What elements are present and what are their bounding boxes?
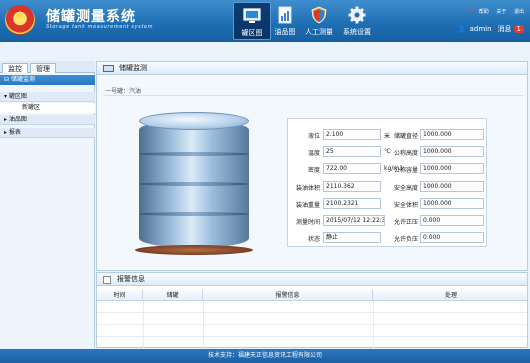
tab-manage[interactable]: 管理	[30, 63, 56, 73]
field-value: 1000.000	[420, 180, 484, 192]
panel-title: 储罐监测	[119, 64, 147, 72]
field-value: 0.000	[420, 232, 484, 244]
monitor-icon	[243, 8, 261, 23]
field-label: 状态	[307, 236, 320, 244]
top-links: ❓ 帮助 关于 退出	[461, 8, 524, 15]
nav-oil-products[interactable]: 油品图	[266, 2, 304, 40]
grid-col-line	[143, 301, 144, 348]
field-label: 安全高度	[393, 184, 418, 192]
tank-ring	[139, 152, 249, 156]
tree-header[interactable]: ⊟ 储罐监测	[0, 75, 95, 85]
tree-item-new-tank-area[interactable]: 新罐区	[0, 103, 95, 113]
tree-group-reports[interactable]: ▸ 报表	[0, 128, 95, 138]
about-link[interactable]: 关于	[496, 9, 506, 15]
exit-link[interactable]: 退出	[514, 9, 524, 15]
grid-row-line	[97, 312, 527, 313]
grid-row-line	[97, 336, 527, 337]
grid-col-line	[203, 301, 204, 348]
user-bar: 👤 admin 消息 1	[458, 24, 524, 34]
field-label: 公称容量	[393, 167, 418, 175]
shield-icon	[311, 6, 327, 24]
field-value: 1000.000	[420, 129, 484, 140]
column-header-alarm-info[interactable]: 报警信息	[203, 290, 373, 301]
field-value: 1000.000	[420, 197, 484, 209]
alarm-doc-icon	[103, 276, 111, 284]
tree-group-tank-area[interactable]: ▾ 罐区图	[0, 92, 95, 102]
tank-ring	[139, 212, 249, 216]
tree-group-oil-products[interactable]: ▸ 油品图	[0, 115, 95, 125]
grid-col-line	[373, 301, 374, 348]
nav-label: 罐区图	[241, 29, 263, 37]
user-icon: 👤	[457, 25, 467, 33]
field-value: 2100.2321	[323, 197, 381, 209]
nav-system-settings[interactable]: 系统设置	[338, 2, 376, 40]
tank-illustration	[135, 112, 253, 255]
help-link[interactable]: ❓ 帮助	[467, 9, 489, 15]
monitor-icon	[103, 65, 114, 72]
column-header-handling[interactable]: 处理	[373, 290, 529, 301]
tank-base	[135, 245, 253, 255]
field-value: 2.100	[323, 129, 381, 140]
username[interactable]: admin	[470, 25, 492, 33]
field-value: 2110.362	[323, 180, 381, 192]
field-value: 1000.000	[420, 163, 484, 175]
panel-header: 储罐监测	[97, 62, 527, 75]
document-icon	[278, 6, 292, 24]
nav-label: 人工测量	[305, 28, 333, 36]
field-value: 0.000	[420, 215, 484, 226]
field-label: 公称高度	[393, 150, 418, 158]
app-subtitle: Storage tank measurement system	[46, 24, 154, 30]
app-header: ★ 储罐测量系统 Storage tank measurement system…	[0, 0, 530, 42]
field-label: 安全体积	[393, 201, 418, 209]
field-value: 静止	[323, 232, 381, 244]
column-header-tank[interactable]: 储罐	[143, 290, 203, 301]
tank-name: 一号罐：汽油	[105, 88, 142, 95]
tank-top	[139, 112, 249, 130]
field-label: 储罐直径	[393, 133, 418, 140]
nav-label: 系统设置	[343, 28, 371, 36]
field-label: 密度	[307, 167, 320, 175]
field-value: 25	[323, 146, 381, 158]
alarm-grid-header: 时间 储罐 报警信息 处理	[97, 290, 527, 301]
nav-label: 油品图	[274, 28, 296, 36]
tank-ring	[139, 182, 249, 186]
divider	[103, 95, 523, 96]
field-label: 液位	[307, 133, 320, 140]
footer: 技术支持：福建天正信息资讯工程有限公司	[0, 349, 530, 363]
field-label: 装油体积	[295, 184, 320, 192]
field-label: 允许负压	[393, 236, 418, 244]
tank-info-box: 液位 2.100 米温度 25 ℃ 密度 722.00 kg/m3 装油体积 2110.362 装油…	[287, 118, 487, 247]
messages-link[interactable]: 消息	[498, 24, 512, 34]
emblem-logo: ★	[5, 5, 35, 35]
tank-monitor-panel: 储罐监测 一号罐：汽油 液位 2.100 米温度 25 ℃ 密度 722.00 kg/m3 装油…	[96, 61, 528, 271]
alarm-panel: 报警信息 时间 储罐 报警信息 处理	[96, 272, 528, 348]
field-label: 允许正压	[393, 219, 418, 226]
field-value: 1000.000	[420, 146, 484, 158]
field-label: 装油重量	[295, 201, 320, 209]
field-label: 测量时间	[295, 219, 320, 226]
column-header-time[interactable]: 时间	[97, 290, 143, 301]
alarm-header: 报警信息	[97, 273, 527, 286]
grid-row-line	[97, 324, 527, 325]
app-title: 储罐测量系统	[46, 9, 136, 25]
field-label: 温度	[307, 150, 320, 158]
field-value: 2015/07/12 12:22:32	[323, 215, 385, 226]
alarm-title: 报警信息	[117, 275, 145, 283]
collapse-icon: ⊟	[4, 76, 11, 83]
field-value: 722.00	[323, 163, 381, 175]
sidebar-tabs: 监控 管理	[0, 61, 95, 73]
message-count-badge: 1	[513, 25, 524, 33]
nav-manual-measure[interactable]: 人工测量	[300, 2, 338, 40]
tab-monitor[interactable]: 监控	[2, 63, 28, 73]
gear-icon	[348, 6, 366, 24]
